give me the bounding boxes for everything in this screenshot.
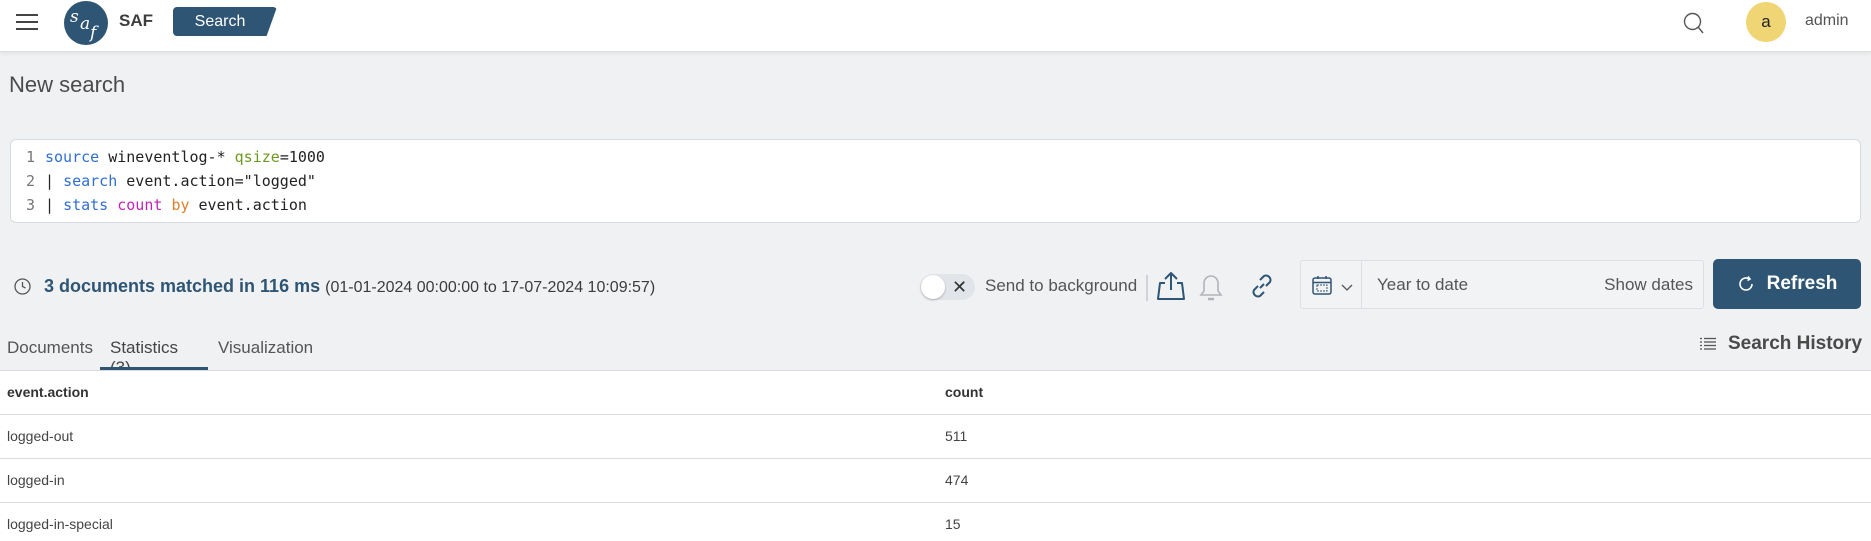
share-icon[interactable] [1156,270,1186,307]
date-range-picker: Year to date Show dates [1300,260,1704,309]
table-row[interactable]: logged-in 474 [0,459,1871,503]
results-summary: 3 documents matched in 116 ms (01-01-202… [44,276,655,297]
cell-event-action: logged-out [7,428,74,444]
tab-statistics[interactable]: Statistics (3) [100,334,208,377]
line-number: 3 [25,196,35,214]
code-text: | search event.action="logged" [45,169,316,193]
page-title: New search [9,72,126,97]
result-tabs: Documents Statistics (3) Visualization [0,334,318,377]
search-icon[interactable] [1682,11,1706,35]
query-editor[interactable]: 1 source wineventlog-* qsize=1000 2 | searc… [10,139,1861,223]
column-header-count[interactable]: count [945,384,983,400]
link-icon[interactable] [1246,270,1278,307]
cell-count: 474 [945,472,969,488]
code-token: | [45,196,64,214]
show-dates-button[interactable]: Show dates [1604,275,1693,295]
search-module-tab[interactable]: Search [173,7,277,36]
list-icon [1700,337,1716,350]
table-row[interactable]: logged-out 511 [0,415,1871,459]
column-header-event-action[interactable]: event.action [7,384,89,400]
line-number: 2 [25,172,35,190]
code-token: event.action="logged" [117,172,316,190]
send-to-background-toggle[interactable]: ✕ [920,274,975,300]
cell-count: 15 [945,516,961,532]
cell-event-action: logged-in-special [7,516,113,532]
code-token: source [45,148,100,166]
refresh-button[interactable]: Refresh [1713,259,1861,309]
code-token: qsize [234,148,280,166]
refresh-label: Refresh [1766,273,1838,294]
calendar-icon[interactable] [1311,274,1333,296]
brand-name: SAF [119,11,153,30]
avatar[interactable]: a [1746,2,1786,42]
code-line[interactable]: 2 | search event.action="logged" [11,169,1860,193]
code-token: stats [63,196,109,214]
cell-event-action: logged-in [7,472,65,488]
svg-text:a: a [80,14,90,34]
line-number: 1 [25,148,35,166]
code-token: count [117,196,163,214]
divider [1361,261,1362,308]
divider [1146,275,1148,301]
search-history-button[interactable]: Search History [1700,333,1862,355]
svg-text:s: s [70,7,79,27]
username[interactable]: admin [1805,12,1849,30]
refresh-icon [1738,276,1753,291]
send-to-background-label: Send to background [985,276,1138,295]
code-text: | stats count by event.action [45,193,307,217]
time-range: (01-01-2024 00:00:00 to 17-07-2024 10:09… [325,279,656,296]
code-token: wineventlog-* [99,148,235,166]
svg-text:f: f [88,23,99,43]
top-bar: s a f SAF Search a admin [0,0,1871,52]
code-token: search [63,172,118,190]
search-history-label: Search History [1728,333,1863,354]
code-token: | [45,172,64,190]
bell-icon[interactable] [1196,270,1226,307]
table-header: event.action count [0,371,1871,415]
code-line[interactable]: 1 source wineventlog-* qsize=1000 [11,145,1860,169]
statistics-table: event.action count logged-out 511 logged… [0,370,1871,541]
code-line[interactable]: 3 | stats count by event.action [11,193,1860,217]
table-row[interactable]: logged-in-special 15 [0,503,1871,541]
tab-documents[interactable]: Documents [0,334,100,370]
menu-icon[interactable] [16,14,38,32]
cell-count: 511 [945,428,968,444]
matched-count: 3 documents matched in 116 ms [44,276,321,296]
toggle-knob [921,275,945,299]
code-token: by [171,196,190,214]
saf-logo[interactable]: s a f [64,1,108,45]
date-range-value[interactable]: Year to date [1377,275,1468,295]
tab-visualization[interactable]: Visualization [208,334,318,370]
code-text: source wineventlog-* qsize=1000 [45,145,325,169]
chevron-down-icon[interactable] [1341,279,1353,291]
code-token: event.action [189,196,307,214]
close-icon: ✕ [952,277,968,297]
code-token: =1000 [279,148,325,166]
clock-icon [14,278,31,295]
